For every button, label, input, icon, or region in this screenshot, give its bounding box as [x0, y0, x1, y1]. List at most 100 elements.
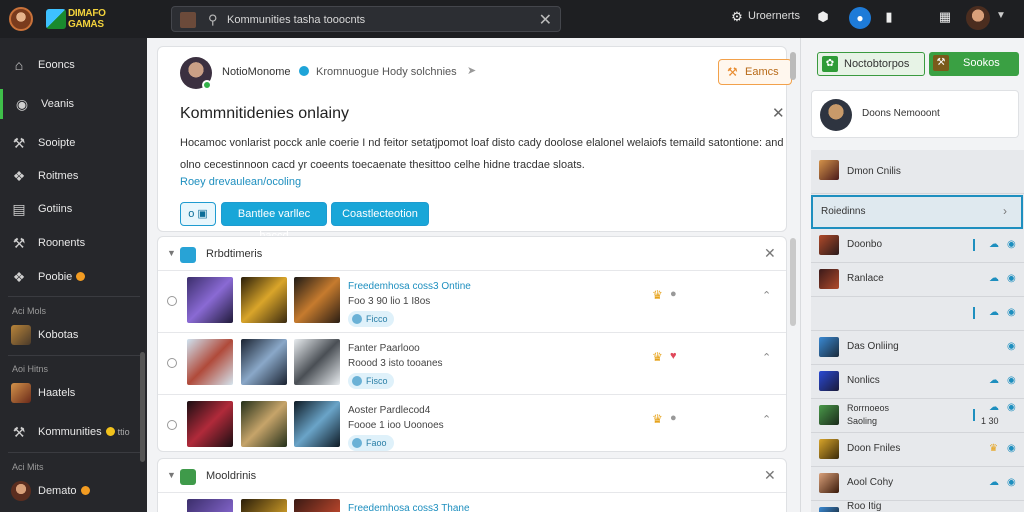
settings-icon[interactable]: ⚙	[728, 8, 746, 26]
item-tag[interactable]: Faoo	[348, 435, 394, 451]
list-item[interactable]: Rorrnoeos Saoling ☁ ◉ 1 30	[811, 399, 1024, 433]
list-item[interactable]: ☁ ◉	[811, 297, 1024, 331]
chevron-up-icon[interactable]: ⌃	[762, 351, 771, 364]
sidebar-item-routines[interactable]: ❖ Roitmes	[0, 161, 147, 191]
profile-avatar[interactable]	[966, 6, 990, 30]
section-icon	[180, 247, 196, 263]
comment-button[interactable]: o ▣	[180, 202, 216, 226]
primary-action-button[interactable]: Bantlee varllec haccd	[221, 202, 327, 242]
sidebar-item-scripts[interactable]: ⚒ Sooipte	[0, 128, 147, 158]
sidebar-item-demato[interactable]: Demato	[0, 476, 147, 506]
bookmark-icon[interactable]: ▮	[880, 8, 898, 26]
game-image[interactable]	[187, 277, 233, 323]
profile-card[interactable]: Doons Nemooont	[811, 90, 1019, 138]
item-tag[interactable]: Ficco	[348, 311, 394, 327]
search-input[interactable]: Kommunities tasha tooocnts	[227, 14, 365, 26]
follow-button[interactable]: ⚒ Eamcs	[718, 59, 792, 85]
feed-scrollbar-2[interactable]	[790, 238, 796, 326]
list-header[interactable]: Dmon Cnilis	[811, 150, 1024, 194]
list-item[interactable]: Das Onliing ◉	[811, 331, 1024, 365]
game-image[interactable]	[187, 401, 233, 447]
list-item[interactable]: Freedemhosa coss3 Thane	[158, 492, 786, 512]
game-image[interactable]	[241, 401, 287, 447]
shield-icon[interactable]: ⬢	[814, 8, 832, 26]
list-thumbnail	[819, 473, 839, 493]
search-thumbnail	[180, 12, 196, 28]
list-item[interactable]: Doonbo ☁ ◉	[811, 229, 1024, 263]
logo-icon	[46, 9, 66, 29]
list-thumbnail	[819, 160, 839, 180]
sidebar-section-heading: Aoi Hitns	[12, 364, 49, 374]
tag-icon	[352, 314, 362, 324]
game-image[interactable]	[241, 499, 287, 512]
select-radio[interactable]	[167, 358, 177, 368]
topbar-menu-item[interactable]: Uroernerts	[748, 10, 800, 22]
game-image[interactable]	[187, 339, 233, 385]
sidebar-item-games[interactable]: ◉ Veanis	[0, 89, 147, 119]
select-radio[interactable]	[167, 296, 177, 306]
list-item[interactable]: Nonlics ☁ ◉	[811, 365, 1024, 399]
game-image[interactable]	[294, 277, 340, 323]
close-icon[interactable]: ✕	[772, 104, 785, 122]
tag-icon	[352, 376, 362, 386]
item-title[interactable]: Fanter Paarlooo	[348, 343, 420, 354]
chevron-up-icon[interactable]: ⌃	[762, 413, 771, 426]
item-title[interactable]: Aoster Pardlecod4	[348, 405, 430, 416]
new-topic-button[interactable]: ✿ Noctobtorpos	[817, 52, 925, 76]
user-avatar[interactable]	[9, 7, 33, 31]
status-badge	[76, 272, 86, 281]
grid-icon[interactable]: ▦	[936, 8, 954, 26]
sidebar-item-kommunities[interactable]: ⚒ Kommunities ttio	[0, 417, 147, 447]
sidebar-scrollbar[interactable]	[140, 352, 145, 462]
game-image[interactable]	[187, 499, 233, 512]
sidebar-item-home[interactable]: ⌂ Eooncs	[0, 50, 147, 80]
list-thumbnail	[819, 235, 839, 255]
chevron-down-icon[interactable]: ▼	[167, 470, 176, 480]
close-icon[interactable]: ✕	[764, 467, 776, 484]
cloud-icon: ☁	[989, 375, 999, 386]
sidebar-item-label: Sooipte	[38, 137, 76, 149]
tag-icon	[352, 438, 362, 448]
item-tag[interactable]: Fisco	[348, 373, 394, 389]
notification-icon[interactable]: ●	[849, 7, 871, 29]
app-logo[interactable]: DIMAFO GAMAS	[46, 7, 120, 31]
game-image[interactable]	[294, 499, 340, 512]
list-item[interactable]: Aoster Pardlecod4 Foooe 1 ioo Uoonoes Fa…	[158, 394, 786, 456]
clear-icon[interactable]: ✕	[539, 10, 552, 30]
list-item[interactable]: Aool Cohy ☁ ◉	[811, 467, 1024, 501]
selected-list-item[interactable]: Roiedinns ›	[811, 195, 1023, 229]
sidebar-item-guides[interactable]: ▤ Gotiins	[0, 194, 147, 224]
list-item[interactable]: Roo Itig	[811, 501, 1024, 512]
secondary-action-button[interactable]: Coastlecteotion	[331, 202, 429, 226]
list-item-label: Aool Cohy	[847, 477, 894, 488]
list-item[interactable]: Doon Fniles ♛ ◉	[811, 433, 1024, 467]
list-item[interactable]: Freedemhosa coss3 Ontine Foo 3 90 lio 1 …	[158, 270, 786, 332]
tool-icon: ⚒	[12, 135, 26, 151]
list-item-label: Doonbo	[847, 239, 883, 250]
list-item-label: Rorrnoeos	[847, 403, 890, 413]
sidebar-item-components[interactable]: ⚒ Roonents	[0, 228, 147, 258]
post-author[interactable]: NotioMonome	[222, 66, 290, 78]
feed-scrollbar[interactable]	[790, 52, 796, 80]
game-image[interactable]	[294, 339, 340, 385]
sidebar-item-kobotas[interactable]: Kobotas	[0, 320, 147, 350]
chevron-down-icon[interactable]: ▼	[996, 10, 1006, 21]
chevron-down-icon[interactable]: ▼	[167, 248, 176, 258]
sidebar-item-profile[interactable]: ❖ Poobie	[0, 262, 147, 292]
search-bar[interactable]: ⚲ Kommunities tasha tooocnts ✕	[171, 6, 561, 32]
game-image[interactable]	[294, 401, 340, 447]
section-title: Rrbdtimeris	[206, 248, 263, 260]
item-title[interactable]: Freedemhosa coss3 Ontine	[348, 281, 471, 292]
item-title[interactable]: Freedemhosa coss3 Thane	[348, 503, 470, 512]
post-group[interactable]: Kromnuogue Hody solchnies	[316, 66, 457, 78]
sidebar-item-haatels[interactable]: Haatels	[0, 378, 147, 408]
tools-button[interactable]: ⚒ Sookos	[929, 52, 1019, 76]
select-radio[interactable]	[167, 420, 177, 430]
chevron-up-icon[interactable]: ⌃	[762, 289, 771, 302]
game-image[interactable]	[241, 339, 287, 385]
close-icon[interactable]: ✕	[764, 245, 776, 262]
post-link[interactable]: Roey drevaulean/ocoling	[180, 176, 301, 188]
game-image[interactable]	[241, 277, 287, 323]
list-item[interactable]: Fanter Paarlooo Roood 3 isto tooanes Fis…	[158, 332, 786, 394]
list-item[interactable]: Ranlace ☁ ◉	[811, 263, 1024, 297]
